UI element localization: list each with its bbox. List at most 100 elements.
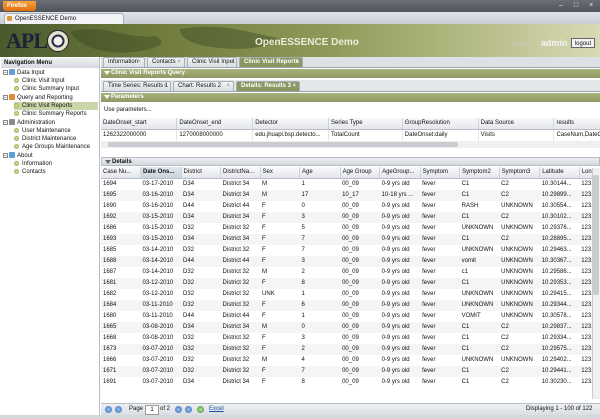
- excel-export-link[interactable]: Excel: [209, 404, 224, 415]
- table-cell: District 32: [222, 269, 250, 275]
- close-icon[interactable]: ×: [229, 58, 233, 67]
- column-header[interactable]: Longitude: [579, 167, 592, 179]
- column-header[interactable]: Detector: [252, 118, 330, 130]
- nav-item[interactable]: − Administration: [3, 119, 98, 127]
- nav-item[interactable]: Clinic Visit Reports: [14, 102, 98, 110]
- table-row[interactable]: 1691 03-07-2010 D34 District 34 F 8 00_09 0-9 y…: [101, 377, 592, 388]
- table-cell: 10.30367...: [539, 256, 580, 267]
- table-row[interactable]: 1693 03-15-2010 D34 District 34 F 7 00_09 0-9 y…: [101, 234, 592, 245]
- page-input[interactable]: 1: [145, 405, 159, 415]
- table-row[interactable]: 1695 03-16-2010 D34 District 34 M 17 10_17 10-1…: [101, 190, 592, 201]
- column-header[interactable]: District: [181, 167, 222, 179]
- close-window-icon[interactable]: ×: [585, 0, 597, 11]
- table-cell: 00_09: [342, 247, 359, 253]
- subtab-details[interactable]: Details: Results 3 ×: [236, 81, 300, 91]
- collapse-icon[interactable]: −: [3, 152, 8, 158]
- nav-item[interactable]: Clinic Visit Input: [14, 77, 98, 85]
- nav-item[interactable]: Contacts: [14, 168, 98, 176]
- column-header[interactable]: Data Source: [478, 118, 555, 130]
- table-cell: District 34: [222, 379, 250, 385]
- column-header[interactable]: Symptom3: [499, 167, 541, 179]
- table-row[interactable]: 1680 03-11-2010 D44 District 44 F 1 00_09 0-9 y…: [101, 311, 592, 322]
- table-row[interactable]: 1666 03-07-2010 D32 District 32 M 4 00_09 0-9 y…: [101, 355, 592, 366]
- column-header[interactable]: Age Group: [340, 167, 381, 179]
- details-header[interactable]: Details: [101, 157, 600, 166]
- close-icon[interactable]: ×: [292, 82, 296, 91]
- collapse-icon[interactable]: −: [3, 69, 8, 75]
- last-page-icon[interactable]: [185, 406, 192, 413]
- column-header[interactable]: Sex: [260, 167, 301, 179]
- tab-contacts[interactable]: Contacts ×: [147, 57, 185, 67]
- column-header[interactable]: Symptom: [420, 167, 461, 179]
- browser-tab[interactable]: OpenESSENCE Demo: [4, 13, 124, 24]
- firefox-menu-button[interactable]: Firefox: [3, 1, 36, 11]
- subtab-chart[interactable]: Chart: Results 2 ×: [173, 81, 234, 91]
- table-row[interactable]: 1686 03-15-2010 D32 District 32 F 5 00_09 0-9 y…: [101, 223, 592, 234]
- table-row[interactable]: 1687 03-14-2010 D32 District 32 M 2 00_09 0-9 y…: [101, 267, 592, 278]
- scroll-thumb[interactable]: [108, 142, 458, 147]
- tab-information[interactable]: Information ×: [103, 57, 145, 67]
- nav-item[interactable]: − About: [3, 152, 98, 160]
- nav-item[interactable]: Clinic Summary Input: [14, 85, 98, 93]
- table-row[interactable]: 1665 03-08-2010 D34 District 34 M 0 00_09 0-9 y…: [101, 322, 592, 333]
- column-header[interactable]: DateOnset_end: [176, 118, 254, 130]
- query-bar[interactable]: Clinic Visit Reports Query: [101, 69, 600, 78]
- table-row[interactable]: 1682 03-12-2010 D32 District 32 UNK 1 00_09 0-9…: [101, 289, 592, 300]
- nav-item[interactable]: Age Groups Maintenance: [14, 143, 98, 151]
- nav-item[interactable]: Information: [14, 160, 98, 168]
- close-icon[interactable]: ×: [163, 82, 167, 91]
- table-row[interactable]: 1688 03-14-2010 D44 District 44 F 3 00_09 0-9 y…: [101, 256, 592, 267]
- subtab-time-series[interactable]: Time Series: Results 1 ×: [103, 81, 171, 91]
- next-page-icon[interactable]: [175, 406, 182, 413]
- collapse-icon[interactable]: [104, 71, 110, 75]
- tab-clinic-visit-reports[interactable]: Clinic Visit Reports ×: [239, 57, 303, 67]
- table-cell: 00_09: [340, 234, 380, 245]
- table-row[interactable]: 1673 03-07-2010 D32 District 32 F 2 00_09 0-9 y…: [101, 344, 592, 355]
- close-icon[interactable]: ×: [295, 58, 299, 67]
- prev-page-icon[interactable]: [115, 406, 122, 413]
- column-header[interactable]: results: [553, 118, 600, 130]
- column-header[interactable]: DistrictNa...: [220, 167, 261, 179]
- tab-clinic-visit-input[interactable]: Clinic Visit Input ×: [187, 57, 237, 67]
- nav-item[interactable]: − Data Input: [3, 69, 98, 77]
- column-header[interactable]: Date Ons...: [140, 167, 182, 179]
- refresh-icon[interactable]: [197, 406, 204, 413]
- nav-item[interactable]: District Maintenance: [14, 135, 98, 143]
- close-icon[interactable]: ×: [226, 82, 230, 91]
- column-header[interactable]: AgeGroup...: [379, 167, 421, 179]
- table-row[interactable]: 1694 03-17-2010 D34 District 34 M 1 00_09 0-9 y…: [101, 179, 592, 191]
- maximize-icon[interactable]: □: [570, 0, 582, 11]
- collapse-icon[interactable]: −: [3, 94, 8, 100]
- column-header[interactable]: Age: [299, 167, 341, 179]
- collapse-icon[interactable]: [105, 160, 111, 164]
- close-icon[interactable]: ×: [177, 58, 181, 67]
- table-row[interactable]: 1685 03-14-2010 D32 District 32 F 7 00_09 0-9 y…: [101, 245, 592, 256]
- parameters-header[interactable]: Parameters: [101, 93, 600, 102]
- table-row[interactable]: 1690 03-16-2010 D44 District 44 F 0 00_09 0-9 y…: [101, 201, 592, 212]
- close-icon[interactable]: ×: [137, 58, 141, 67]
- table-row[interactable]: 1684 03-11-2010 D32 District 32 F 6 00_09 0-9 y…: [101, 300, 592, 311]
- column-header[interactable]: GroupResolution: [402, 118, 479, 130]
- nav-item[interactable]: User Maintenance: [14, 127, 98, 135]
- column-header[interactable]: Case Nu...: [101, 167, 141, 179]
- table-cell: 10.29441...: [539, 366, 580, 377]
- table-cell: 123.89: [581, 291, 592, 297]
- table-row[interactable]: 1692 03-15-2010 D34 District 34 F 3 00_09 0-9 y…: [101, 212, 592, 223]
- column-header[interactable]: Latitude: [539, 167, 580, 179]
- column-header[interactable]: Symptom2: [459, 167, 500, 179]
- nav-item[interactable]: Clinic Summary Reports: [14, 110, 98, 118]
- column-header[interactable]: Series Type: [328, 118, 403, 130]
- nav-item[interactable]: − Query and Reporting: [3, 94, 98, 102]
- table-row[interactable]: 1262322000000 1270008000000 edu.jhuapl.bsp…: [101, 129, 600, 141]
- scroll-thumb[interactable]: [593, 175, 599, 295]
- table-row[interactable]: 1668 03-08-2010 D32 District 32 F 3 00_09 0-9 y…: [101, 333, 592, 344]
- table-row[interactable]: 1671 03-07-2010 D32 District 32 F 7 00_09 0-9 y…: [101, 366, 592, 377]
- minimize-icon[interactable]: –: [555, 0, 567, 11]
- collapse-icon[interactable]: [104, 95, 110, 99]
- table-cell: 03-12-2010: [140, 278, 182, 289]
- collapse-icon[interactable]: −: [3, 119, 8, 125]
- first-page-icon[interactable]: [105, 406, 112, 413]
- column-header[interactable]: DateOnset_start: [101, 118, 178, 130]
- table-row[interactable]: 1681 03-12-2010 D32 District 32 F 8 00_09 0-9 y…: [101, 278, 592, 289]
- logout-button[interactable]: logout: [571, 38, 595, 48]
